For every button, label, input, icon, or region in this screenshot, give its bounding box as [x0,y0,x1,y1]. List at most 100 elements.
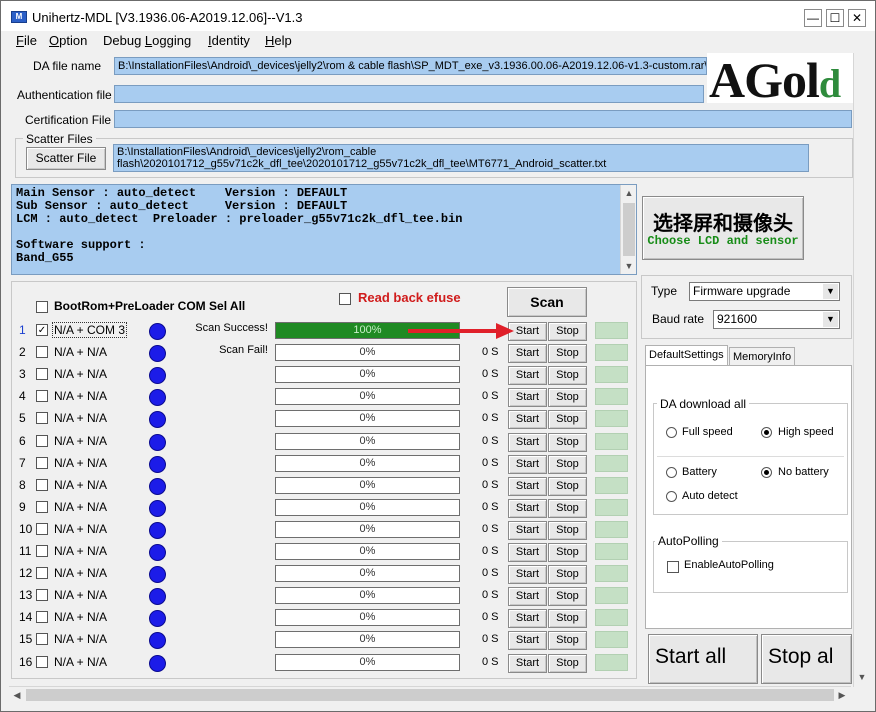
row-checkbox[interactable] [36,567,48,579]
row-elapsed-time: 0 S [482,611,499,623]
menu-identity[interactable]: Identity [208,33,250,48]
row-start-button[interactable]: Start [508,410,547,429]
row-checkbox[interactable] [36,412,48,424]
bootrom-select-all-checkbox[interactable] [36,301,48,313]
status-dot-icon [149,632,166,649]
battery-radio[interactable] [666,467,677,478]
row-checkbox[interactable] [36,656,48,668]
row-start-button[interactable]: Start [508,609,547,628]
row-start-button[interactable]: Start [508,455,547,474]
row-stop-button[interactable]: Stop [548,344,587,363]
status-dot-icon [149,610,166,627]
scatter-file-field[interactable]: B:\InstallationFiles\Android\_devices\je… [113,144,809,172]
window-vertical-scrollbar[interactable]: ▼ [853,53,870,687]
scatter-file-button[interactable]: Scatter File [26,147,106,170]
row-stop-button[interactable]: Stop [548,565,587,584]
row-checkbox[interactable] [36,457,48,469]
row-stop-button[interactable]: Stop [548,477,587,496]
scroll-up-icon[interactable]: ▲ [621,185,636,201]
scroll-down-icon[interactable]: ▼ [854,669,870,685]
row-stop-button[interactable]: Stop [548,499,587,518]
row-stop-button[interactable]: Stop [548,609,587,628]
row-checkbox[interactable] [36,611,48,623]
row-checkbox[interactable] [36,501,48,513]
type-select[interactable]: Firmware upgrade ▼ [689,282,840,301]
scroll-thumb[interactable] [623,203,635,256]
row-start-button[interactable]: Start [508,433,547,452]
row-start-button[interactable]: Start [508,344,547,363]
da-file-field[interactable]: B:\InstallationFiles\Android\_devices\je… [114,57,707,75]
no-battery-radio[interactable] [761,467,772,478]
close-button[interactable]: ✕ [848,9,866,27]
row-checkbox[interactable] [36,346,48,358]
row-checkbox[interactable] [36,324,48,336]
scroll-right-icon[interactable]: ▶ [834,687,850,703]
certification-file-field[interactable] [114,110,852,128]
row-progress-bar: 0% [275,499,460,516]
row-stop-button[interactable]: Stop [548,631,587,650]
full-speed-radio[interactable] [666,427,677,438]
row-checkbox[interactable] [36,545,48,557]
row-checkbox[interactable] [36,589,48,601]
row-checkbox[interactable] [36,523,48,535]
row-start-button[interactable]: Start [508,631,547,650]
read-back-efuse-checkbox[interactable] [339,293,351,305]
row-stop-button[interactable]: Stop [548,322,587,341]
row-start-button[interactable]: Start [508,499,547,518]
full-speed-label: Full speed [682,426,733,438]
stop-all-button[interactable]: Stop al [761,634,852,684]
window-horizontal-scrollbar[interactable]: ◀ ▶ [9,686,851,703]
row-stop-button[interactable]: Stop [548,455,587,474]
row-elapsed-time: 0 S [482,390,499,402]
status-dot-icon [149,522,166,539]
row-start-button[interactable]: Start [508,388,547,407]
row-checkbox[interactable] [36,390,48,402]
row-stop-button[interactable]: Stop [548,521,587,540]
autopolling-legend: AutoPolling [655,534,722,548]
row-start-button[interactable]: Start [508,654,547,673]
row-start-button[interactable]: Start [508,565,547,584]
menu-help[interactable]: Help [265,33,292,48]
row-start-button[interactable]: Start [508,477,547,496]
row-checkbox[interactable] [36,435,48,447]
horizontal-scroll-thumb[interactable] [26,689,834,701]
tab-memory-info[interactable]: MemoryInfo [729,347,796,367]
scroll-down-icon[interactable]: ▼ [621,258,636,274]
info-panel-scrollbar[interactable]: ▲ ▼ [620,185,636,274]
row-start-button[interactable]: Start [508,587,547,606]
enable-autopolling-checkbox[interactable] [667,561,679,573]
menu-option[interactable]: Option [49,33,87,48]
row-stop-button[interactable]: Stop [548,587,587,606]
row-start-button[interactable]: Start [508,543,547,562]
authentication-file-field[interactable] [114,85,704,103]
high-speed-radio[interactable] [761,427,772,438]
row-stop-button[interactable]: Stop [548,433,587,452]
row-stop-button[interactable]: Stop [548,654,587,673]
row-stop-button[interactable]: Stop [548,366,587,385]
row-stop-button[interactable]: Stop [548,410,587,429]
scroll-left-icon[interactable]: ◀ [9,687,25,703]
auto-detect-radio[interactable] [666,491,677,502]
row-stop-button[interactable]: Stop [548,388,587,407]
scan-button[interactable]: Scan [507,287,587,317]
maximize-button[interactable]: ☐ [826,9,844,27]
status-dot-icon [149,434,166,451]
status-dot-icon [149,456,166,473]
row-start-button[interactable]: Start [508,521,547,540]
tab-default-settings[interactable]: DefaultSettings [645,345,728,365]
baud-rate-select[interactable]: 921600 ▼ [713,310,840,329]
status-dot-icon [149,500,166,517]
row-start-button[interactable]: Start [508,366,547,385]
row-result-box [595,499,628,516]
start-all-button[interactable]: Start all [648,634,758,684]
choose-lcd-sensor-button[interactable]: 选择屏和摄像头 Choose LCD and sensor [642,196,804,260]
row-checkbox[interactable] [36,368,48,380]
row-checkbox[interactable] [36,479,48,491]
row-checkbox[interactable] [36,633,48,645]
status-dot-icon [149,323,166,340]
menu-file[interactable]: File [16,33,37,48]
app-icon: M [11,11,27,23]
minimize-button[interactable]: — [804,9,822,27]
row-stop-button[interactable]: Stop [548,543,587,562]
menu-debug-logging[interactable]: Debug Logging [103,33,191,48]
